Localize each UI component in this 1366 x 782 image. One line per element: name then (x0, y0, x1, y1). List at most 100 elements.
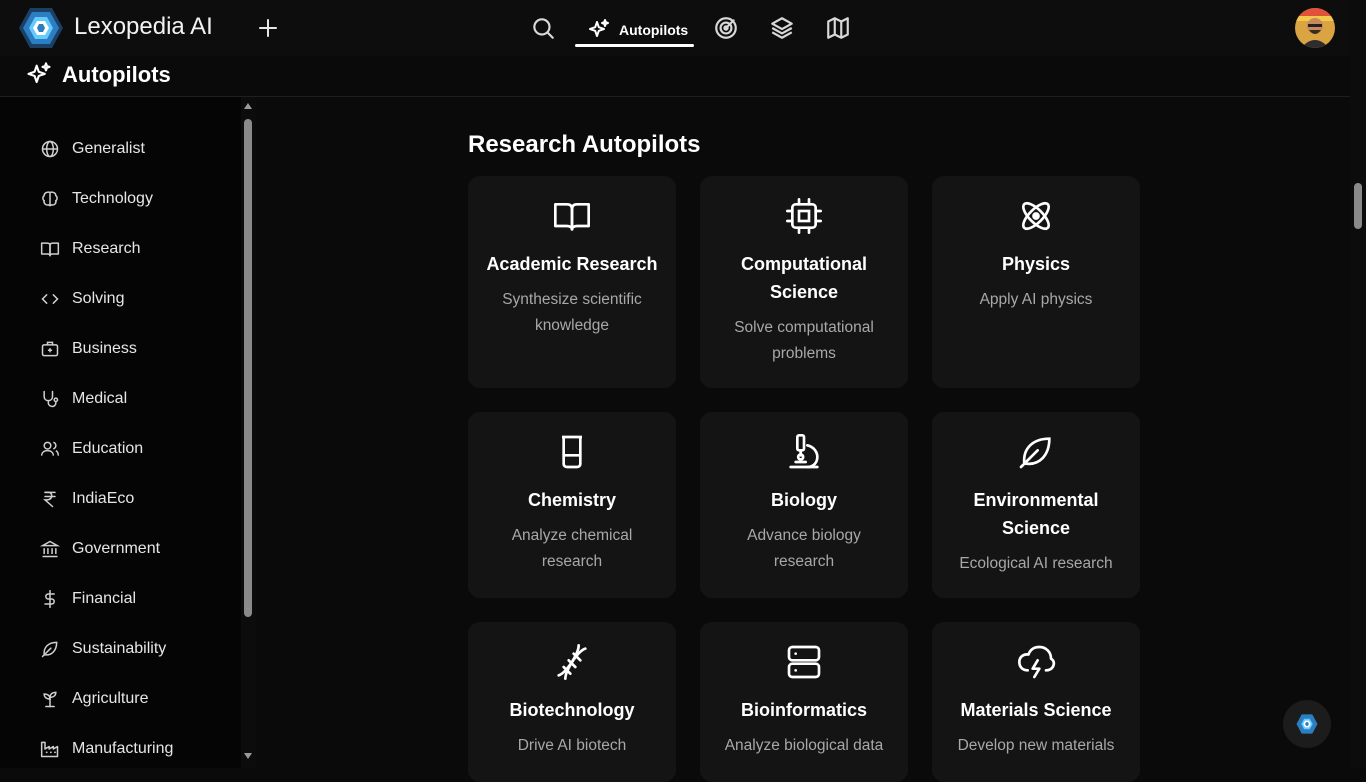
user-avatar[interactable] (1295, 8, 1335, 48)
sprout-icon (40, 689, 60, 709)
main-scroll-thumb[interactable] (1354, 183, 1362, 229)
leaf-icon (40, 639, 60, 659)
card-computational-science[interactable]: Computational Science Solve computationa… (700, 176, 908, 388)
server-icon (784, 642, 824, 682)
sidebar-item-label: Business (72, 340, 137, 357)
beaker-icon (552, 432, 592, 472)
card-title: Biotechnology (509, 700, 635, 720)
nav-tab-autopilots[interactable]: Autopilots (575, 12, 694, 48)
sidebar-item-label: IndiaEco (72, 490, 135, 507)
sidebar-scroll-thumb[interactable] (244, 119, 252, 617)
sidebar-item-label: Technology (72, 190, 153, 207)
sidebar-item-financial[interactable]: Financial (40, 584, 136, 614)
card-description: Apply AI physics (979, 291, 1093, 308)
nav-tab-label: Autopilots (619, 22, 689, 38)
sidebar-item-label: Sustainability (72, 640, 167, 657)
card-title: Materials Science (960, 700, 1112, 720)
users-icon (40, 439, 60, 459)
dna-icon (552, 642, 592, 682)
sidebar-item-technology[interactable]: Technology (40, 184, 153, 214)
landmark-icon (40, 539, 60, 559)
sidebar-item-generalist[interactable]: Generalist (40, 134, 145, 164)
main-scrollbar[interactable] (1350, 0, 1366, 768)
book-open-icon (552, 196, 592, 236)
new-chat-plus-icon[interactable] (256, 16, 280, 40)
scroll-down-arrow-icon[interactable] (244, 753, 252, 759)
sparkles-icon (587, 18, 611, 42)
card-description: Analyze biological data (724, 737, 884, 754)
section-title: Research Autopilots (468, 131, 701, 158)
cpu-icon (784, 196, 824, 236)
card-title: Academic Research (486, 254, 658, 274)
briefcase-icon (40, 339, 60, 359)
microscope-icon (784, 432, 824, 472)
dollar-icon (40, 589, 60, 609)
app-title: Lexopedia AI (74, 13, 213, 40)
sidebar-scrollbar[interactable] (241, 97, 256, 768)
active-tab-indicator (575, 44, 694, 47)
card-description: Ecological AI research (959, 555, 1113, 572)
cloud-lightning-icon (1016, 642, 1056, 682)
layers-icon[interactable] (769, 15, 795, 41)
search-icon[interactable] (530, 15, 556, 41)
sidebar-item-government[interactable]: Government (40, 534, 160, 564)
sidebar-item-label: Generalist (72, 140, 145, 157)
sidebar-item-label: Education (72, 440, 144, 457)
card-title: Physics (1001, 254, 1071, 274)
app-logo-icon (1296, 714, 1318, 734)
rupee-icon (40, 489, 60, 509)
card-chemistry[interactable]: Chemistry Analyze chemical research (468, 412, 676, 598)
card-title: Chemistry (527, 490, 617, 510)
top-bar: Lexopedia AI Autopilots (0, 0, 1350, 56)
code-icon (40, 289, 60, 309)
card-description: Advance biology research (747, 527, 861, 570)
sidebar-item-business[interactable]: Business (40, 334, 137, 364)
card-description: Analyze chemical research (511, 527, 633, 570)
card-title: Biology (771, 490, 837, 510)
atom-icon (1016, 196, 1056, 236)
globe-icon (40, 139, 60, 159)
radar-icon[interactable] (713, 15, 739, 41)
sparkles-icon (25, 61, 53, 89)
stethoscope-icon (40, 389, 60, 409)
app-logo-icon[interactable] (18, 6, 64, 50)
card-academic-research[interactable]: Academic Research Synthesize scientific … (468, 176, 676, 388)
card-physics[interactable]: Physics Apply AI physics (932, 176, 1140, 388)
sidebar-item-medical[interactable]: Medical (40, 384, 127, 414)
sidebar: Generalist Technology Research Solving B… (0, 97, 241, 768)
card-bioinformatics[interactable]: Bioinformatics Analyze biological data (700, 622, 908, 782)
assistant-fab-button[interactable] (1283, 700, 1331, 748)
page-header: Autopilots (0, 56, 1350, 97)
sidebar-item-label: Medical (72, 390, 128, 407)
map-icon[interactable] (825, 15, 851, 41)
sidebar-item-label: Manufacturing (72, 740, 174, 757)
card-environmental-science[interactable]: Environmental Science Ecological AI rese… (932, 412, 1140, 598)
leaf-icon (1016, 432, 1056, 472)
card-title: Bioinformatics (740, 700, 868, 720)
sidebar-item-solving[interactable]: Solving (40, 284, 124, 314)
card-description: Synthesize scientific knowledge (502, 291, 642, 334)
sidebar-item-sustainability[interactable]: Sustainability (40, 634, 166, 664)
sidebar-item-indiaeco[interactable]: IndiaEco (40, 484, 134, 514)
card-description: Drive AI biotech (517, 737, 627, 754)
card-biotechnology[interactable]: Biotechnology Drive AI biotech (468, 622, 676, 782)
book-open-icon (40, 239, 60, 259)
scroll-up-arrow-icon[interactable] (244, 103, 252, 109)
card-description: Solve computational problems (734, 319, 874, 362)
brain-icon (40, 189, 60, 209)
sidebar-item-manufacturing[interactable]: Manufacturing (40, 734, 173, 764)
sidebar-item-label: Solving (72, 290, 125, 307)
card-biology[interactable]: Biology Advance biology research (700, 412, 908, 598)
card-title: Environmental Science (973, 490, 1099, 538)
card-title: Computational Science (741, 254, 867, 302)
sidebar-item-research[interactable]: Research (40, 234, 140, 264)
factory-icon (40, 739, 60, 759)
sidebar-item-label: Agriculture (72, 690, 149, 707)
sidebar-item-education[interactable]: Education (40, 434, 143, 464)
card-materials-science[interactable]: Materials Science Develop new materials (932, 622, 1140, 782)
sidebar-item-label: Government (72, 540, 161, 557)
sidebar-item-label: Research (72, 240, 141, 257)
page-title: Autopilots (62, 62, 171, 87)
sidebar-item-agriculture[interactable]: Agriculture (40, 684, 148, 714)
card-description: Develop new materials (957, 737, 1115, 754)
